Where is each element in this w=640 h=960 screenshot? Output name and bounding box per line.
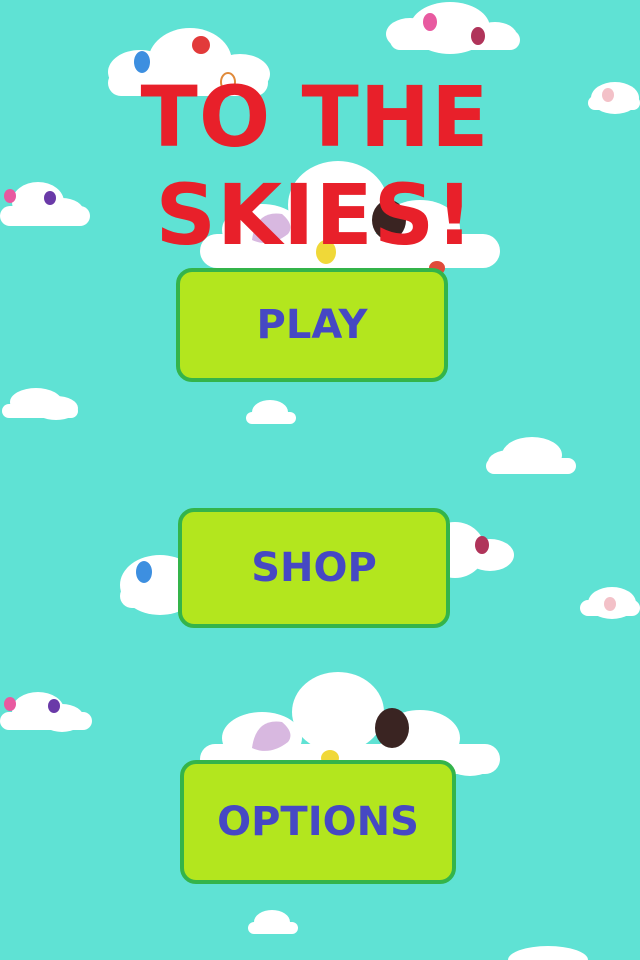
egg-icon	[136, 561, 152, 583]
play-button[interactable]: PLAY	[176, 268, 448, 382]
egg-icon	[4, 697, 16, 711]
cloud	[508, 946, 588, 960]
cloud	[486, 437, 576, 474]
egg-icon	[475, 536, 489, 554]
egg-icon	[48, 699, 60, 713]
shop-button[interactable]: SHOP	[178, 508, 450, 628]
options-button-label: OPTIONS	[217, 799, 419, 845]
game-title: TO THE SKIES!	[140, 68, 490, 264]
cloud	[246, 400, 296, 424]
cloud-with-eggs	[386, 2, 520, 54]
play-button-label: PLAY	[256, 302, 368, 348]
egg-icon	[423, 13, 437, 31]
cloud-with-eggs	[580, 587, 640, 619]
egg-icon	[471, 27, 485, 45]
egg-icon	[192, 36, 210, 54]
egg-icon	[604, 597, 616, 611]
cloud	[248, 910, 298, 934]
cloud-with-eggs	[0, 692, 92, 732]
cloud	[2, 388, 78, 420]
shop-button-label: SHOP	[251, 545, 377, 591]
egg-icon	[375, 708, 409, 748]
options-button[interactable]: OPTIONS	[180, 760, 456, 884]
